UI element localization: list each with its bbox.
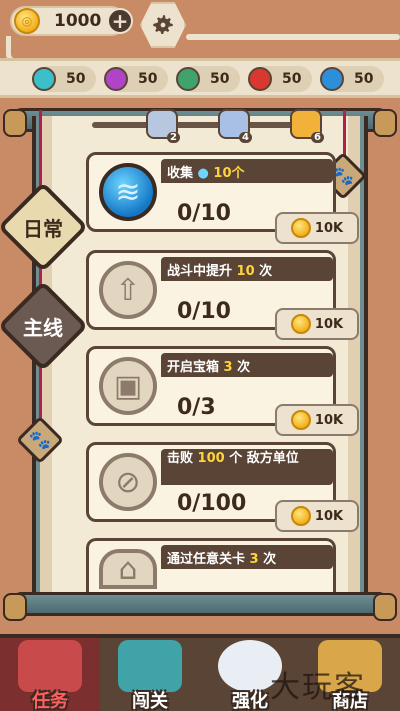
coin-icon [290,506,311,526]
reward-chest-2[interactable]: 2 [146,109,180,143]
coin-icon: ◎ [14,8,40,34]
quest-progress: 0/10 [177,201,231,226]
tab-rope [39,110,42,190]
scroll-roller-bottom [3,592,397,621]
decorative-line [186,34,400,40]
poison-essence-icon [104,67,128,91]
coin-amount: 1000 [54,11,102,31]
claim-reward-button[interactable]: 10K [275,500,359,532]
quest-progress: 0/100 [177,491,247,516]
nav-tasks[interactable]: 任务 [0,638,100,711]
gear-icon [153,15,173,34]
reward-chest-4[interactable]: 4 [218,109,252,143]
quest-title: 战斗中提升 10 次 [161,257,333,281]
levels-icon [118,640,182,692]
essence-poison: 50 [104,66,168,92]
nature-essence-icon [176,67,200,91]
tab-daily[interactable]: 日常 [2,186,84,268]
treasure-chest-icon: ▣ [99,357,157,415]
claim-reward-button[interactable]: 10K [275,308,359,340]
water-essence-icon [32,67,56,91]
watermark: 大玩客 [270,670,366,705]
tab-rope [39,360,42,420]
upgrade-arrow-icon: ⇧ [99,261,157,319]
quest-card: ⌂ 通过任意关卡 3 次 [86,538,336,592]
quest-progress: 0/10 [177,299,231,324]
paw-badge: 🐾 [20,420,60,460]
top-bar: ◎ 1000 + 50 50 50 50 50 [0,0,400,98]
tab-rope [343,110,346,156]
level-gate-icon: ⌂ [99,549,157,589]
essence-water: 50 [32,66,96,92]
coin-icon [290,218,311,238]
coin-icon [290,410,311,430]
tasks-icon [18,640,82,692]
enemy-cat-icon: ⊘ [99,453,157,511]
water-drop-icon: ≋ [99,163,157,221]
quest-title: 击败 100 个 敌方单位 [161,449,333,485]
chest-progress-track [92,122,316,128]
quest-title: 开启宝箱 3 次 [161,353,333,377]
essence-nature: 50 [176,66,240,92]
paw-icon: 🐾 [28,429,52,451]
reward-chest-6[interactable]: 6 [290,109,324,143]
claim-reward-button[interactable]: 10K [275,212,359,244]
add-coins-button[interactable]: + [107,8,133,34]
nav-levels[interactable]: 闯关 [100,638,200,711]
claim-reward-button[interactable]: 10K [275,404,359,436]
coin-icon [290,314,311,334]
essence-fire: 50 [248,66,312,92]
settings-button[interactable] [140,2,186,48]
ice-essence-icon [320,67,344,91]
quest-progress: 0/3 [177,395,216,420]
fire-essence-icon [248,67,272,91]
quest-title: 收集 ● 10个 [161,159,333,183]
tab-main[interactable]: 主线 [2,285,84,367]
essence-ice: 50 [320,66,384,92]
quest-title: 通过任意关卡 3 次 [161,545,333,569]
